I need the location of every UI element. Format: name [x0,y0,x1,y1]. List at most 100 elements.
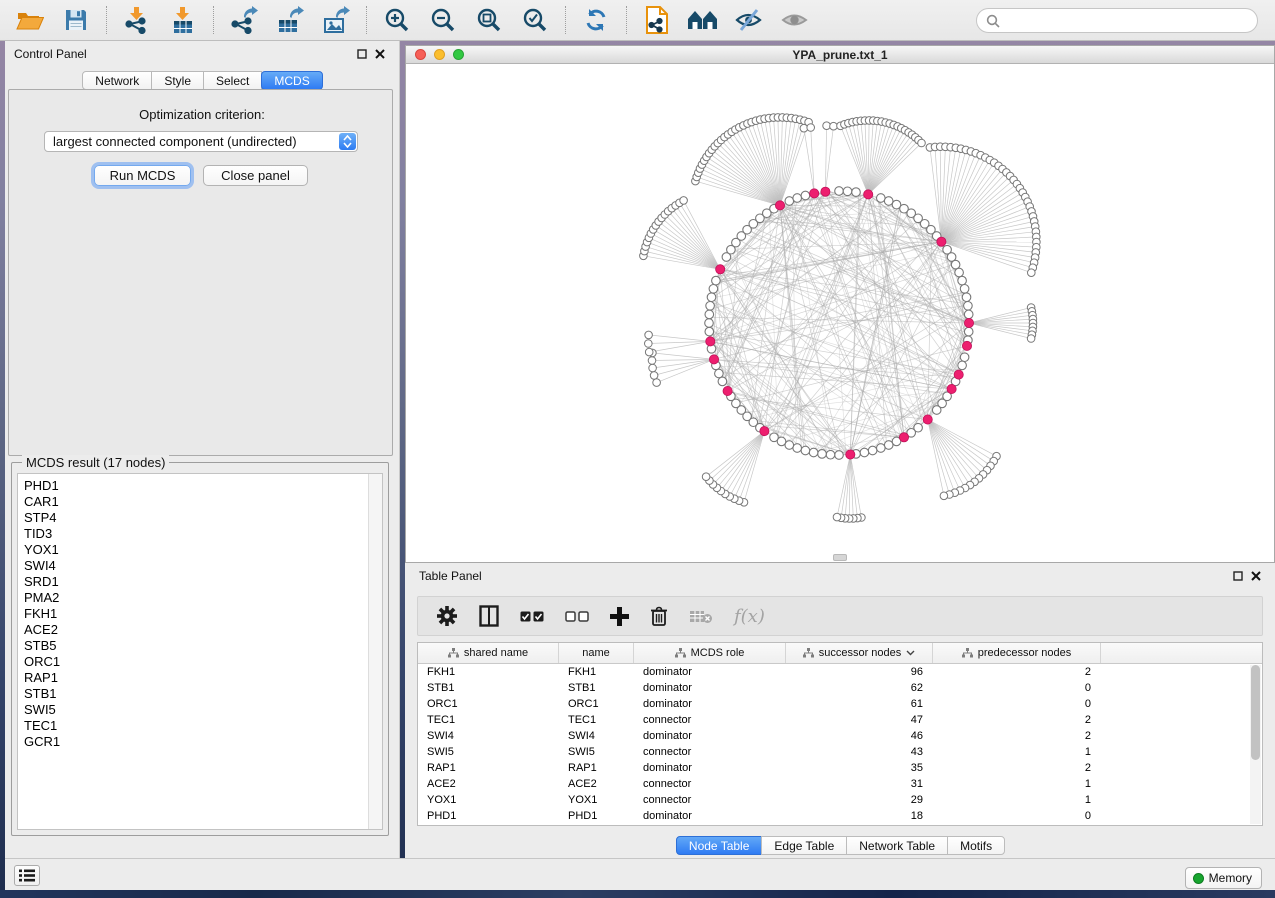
tab-network-table[interactable]: Network Table [846,836,948,855]
column-header-name[interactable]: name [559,643,634,663]
table-scrollbar-thumb[interactable] [1251,665,1260,760]
cell[interactable]: FKH1 [559,664,634,680]
mcds-result-item[interactable]: STB1 [24,686,364,702]
optimization-criterion-select[interactable]: largest connected component (undirected) [44,131,358,152]
delete-column-button[interactable] [650,601,668,631]
cell[interactable]: dominator [634,728,786,744]
canvas-splitter-handle[interactable] [833,554,847,561]
cell[interactable]: SWI5 [559,744,634,760]
cell[interactable]: dominator [634,696,786,712]
cell[interactable]: 2 [933,664,1101,680]
network-window-titlebar[interactable]: YPA_prune.txt_1 [406,46,1274,64]
cell[interactable]: 47 [786,712,933,728]
run-mcds-button[interactable]: Run MCDS [94,165,191,186]
cell[interactable]: STB1 [418,680,559,696]
cell[interactable]: 0 [933,680,1101,696]
cell[interactable]: YOX1 [418,792,559,808]
zoom-selected-button[interactable] [519,5,551,35]
cell[interactable]: PHD1 [559,808,634,824]
cell[interactable]: 1 [933,776,1101,792]
search-input[interactable] [1006,14,1248,28]
cell[interactable]: TEC1 [418,712,559,728]
close-table-panel-button[interactable] [1247,568,1265,584]
tab-select[interactable]: Select [203,71,262,90]
show-all-button[interactable] [779,5,811,35]
cell[interactable]: 2 [933,712,1101,728]
cell[interactable]: 35 [786,760,933,776]
save-session-button[interactable] [60,5,92,35]
cell[interactable]: dominator [634,808,786,824]
mcds-list-scrollbar[interactable] [368,474,382,829]
mcds-result-item[interactable]: PHD1 [24,478,364,494]
mcds-result-item[interactable]: SWI4 [24,558,364,574]
cell[interactable]: 18 [786,808,933,824]
mcds-result-item[interactable]: ACE2 [24,622,364,638]
cell[interactable]: dominator [634,680,786,696]
cell[interactable]: 62 [786,680,933,696]
mcds-result-item[interactable]: RAP1 [24,670,364,686]
cell[interactable]: connector [634,712,786,728]
cell[interactable]: STB1 [559,680,634,696]
cell[interactable]: 43 [786,744,933,760]
cell[interactable]: SWI4 [559,728,634,744]
task-history-button[interactable] [14,865,40,886]
table-settings-button[interactable] [436,601,458,631]
table-row[interactable]: PHD1PHD1dominator180 [418,808,1262,824]
table-scrollbar[interactable] [1250,665,1261,824]
cell[interactable]: RAP1 [559,760,634,776]
import-table-button[interactable] [167,5,199,35]
cell[interactable]: 1 [933,792,1101,808]
cell[interactable]: 2 [933,760,1101,776]
search-box[interactable] [976,8,1258,33]
cell[interactable]: dominator [634,760,786,776]
refresh-button[interactable] [580,5,612,35]
column-header-MCDS-role[interactable]: MCDS role [634,643,786,663]
column-header-shared-name[interactable]: shared name [418,643,559,663]
cell[interactable]: 1 [933,744,1101,760]
cell[interactable]: PHD1 [418,808,559,824]
cell[interactable]: ACE2 [418,776,559,792]
mcds-result-item[interactable]: ORC1 [24,654,364,670]
cell[interactable]: RAP1 [418,760,559,776]
cell[interactable]: connector [634,744,786,760]
cell[interactable]: ORC1 [559,696,634,712]
network-graph[interactable] [406,64,1274,562]
mcds-result-item[interactable]: SWI5 [24,702,364,718]
zoom-out-button[interactable] [427,5,459,35]
mcds-result-item[interactable]: SRD1 [24,574,364,590]
mcds-result-item[interactable]: STB5 [24,638,364,654]
tab-mcds[interactable]: MCDS [261,71,322,90]
export-table-button[interactable] [274,5,306,35]
add-column-button[interactable] [610,601,629,631]
cell[interactable]: SWI4 [418,728,559,744]
cell[interactable]: TEC1 [559,712,634,728]
table-row[interactable]: ACE2ACE2connector311 [418,776,1262,792]
cell[interactable]: 31 [786,776,933,792]
cell[interactable]: 0 [933,696,1101,712]
close-panel-button[interactable] [371,46,389,62]
tab-network[interactable]: Network [82,71,152,90]
table-row[interactable]: TEC1TEC1connector472 [418,712,1262,728]
cell[interactable]: dominator [634,664,786,680]
tab-motifs[interactable]: Motifs [947,836,1005,855]
mcds-result-item[interactable]: TID3 [24,526,364,542]
mcds-result-list[interactable]: PHD1CAR1STP4TID3YOX1SWI4SRD1PMA2FKH1ACE2… [17,473,383,830]
cell[interactable]: 46 [786,728,933,744]
column-header-successor-nodes[interactable]: successor nodes [786,643,933,663]
mcds-result-item[interactable]: YOX1 [24,542,364,558]
deselect-all-button[interactable] [565,601,589,631]
cell[interactable]: SWI5 [418,744,559,760]
mcds-result-item[interactable]: STP4 [24,510,364,526]
cell[interactable]: FKH1 [418,664,559,680]
table-row[interactable]: SWI5SWI5connector431 [418,744,1262,760]
first-neighbors-button[interactable] [687,5,719,35]
import-network-button[interactable] [121,5,153,35]
cell[interactable]: 96 [786,664,933,680]
select-all-button[interactable] [520,601,544,631]
mcds-result-item[interactable]: TEC1 [24,718,364,734]
table-row[interactable]: RAP1RAP1dominator352 [418,760,1262,776]
zoom-in-button[interactable] [381,5,413,35]
cell[interactable]: ACE2 [559,776,634,792]
cell[interactable]: ORC1 [418,696,559,712]
export-network-button[interactable] [228,5,260,35]
